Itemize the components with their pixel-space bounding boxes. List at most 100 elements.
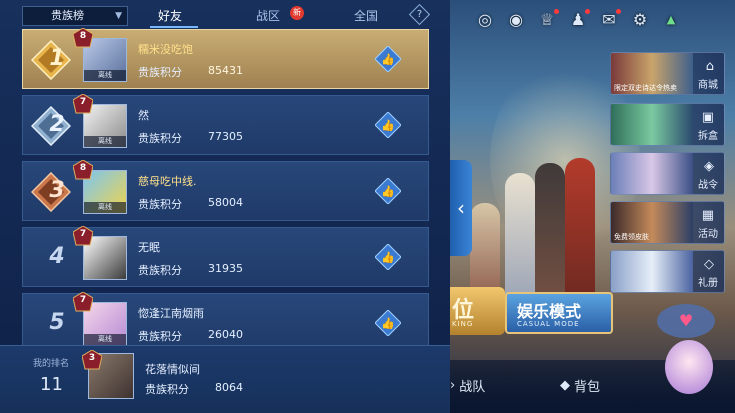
- team-icon: ›: [450, 378, 456, 393]
- leaderboard-tabs: 贵族榜 ▼ 好友 战区 新 全国 ?: [0, 0, 450, 30]
- like-button[interactable]: 👍: [375, 310, 401, 336]
- my-player-name: 花落情似间: [145, 363, 200, 376]
- status-label: 离线: [84, 202, 126, 213]
- score-label: 贵族积分: [138, 198, 182, 211]
- bag-button[interactable]: ◆ 背包: [560, 376, 600, 395]
- hero-figure: [565, 158, 595, 303]
- gear-icon[interactable]: ⚙: [630, 10, 650, 30]
- bag-icon: ◆: [560, 378, 570, 393]
- shop-icon: ⌂: [705, 59, 714, 74]
- leaderboard-row[interactable]: 3 离线 8 慈母吃中线. 贵族积分 58004 👍: [22, 159, 429, 221]
- ranked-mode-button[interactable]: 位 KING: [450, 287, 505, 335]
- events-label: 活动: [698, 229, 718, 240]
- score-label: 贵族积分: [138, 66, 182, 79]
- svg-text:👍: 👍: [381, 53, 395, 66]
- casual-mode-subtitle: CASUAL MODE: [517, 320, 580, 328]
- assistant-mascot[interactable]: ♥: [655, 300, 725, 400]
- mascot-body: [665, 340, 713, 394]
- chevron-left-icon: ‹: [457, 196, 465, 220]
- side-menu-shop[interactable]: ⌂ 限定双史诗达令热卖 商城: [610, 52, 725, 95]
- noble-level-number: 7: [79, 229, 87, 239]
- side-menu-unbox[interactable]: ▣ 拆盒: [610, 103, 725, 146]
- target-icon[interactable]: ◎: [475, 10, 495, 30]
- leaderboard-panel: 贵族榜 ▼ 好友 战区 新 全国 ? 1 离线 8 糯米没吃饱 贵族积分 854…: [0, 0, 450, 413]
- team-button[interactable]: › 战队: [450, 376, 485, 395]
- noble-level-number: 8: [79, 163, 87, 173]
- svg-text:👍: 👍: [381, 317, 395, 330]
- player-name: 然: [138, 109, 149, 122]
- battle-pass-label: 战令: [698, 180, 718, 191]
- tab-region[interactable]: 战区: [256, 7, 280, 24]
- side-menu-events[interactable]: ▦ 免费领皮肤 活动: [610, 201, 725, 244]
- player-name: 惚逢江南烟雨: [138, 307, 204, 320]
- friends-icon[interactable]: ♟: [568, 9, 590, 30]
- tab-national[interactable]: 全国: [354, 7, 378, 24]
- mail-icon[interactable]: ✉: [599, 9, 621, 30]
- player-name: 糯米没吃饱: [138, 43, 193, 56]
- svg-text:👍: 👍: [381, 119, 395, 132]
- bag-label: 背包: [574, 380, 601, 395]
- ranked-mode-subtitle: KING: [452, 320, 474, 328]
- like-button[interactable]: 👍: [375, 46, 401, 72]
- noble-level-badge: 3: [81, 349, 103, 370]
- top-hud-icons: ◎ ◉ ♕ ♟ ✉ ⚙ ▲: [475, 9, 681, 30]
- rank-number: 2: [49, 112, 65, 137]
- book-icon: ◇: [704, 257, 714, 272]
- leaderboard-row[interactable]: 2 离线 7 然 贵族积分 77305 👍: [22, 93, 429, 155]
- unbox-banner: [611, 104, 693, 145]
- tab-friends[interactable]: 好友: [158, 7, 182, 24]
- status-label: 离线: [84, 334, 126, 345]
- wifi-icon: ▲: [666, 13, 676, 26]
- svg-text:👍: 👍: [381, 185, 395, 198]
- unbox-label: 拆盒: [698, 131, 718, 142]
- shop-label: 商城: [698, 80, 718, 91]
- side-menu-gift-book[interactable]: ◇ 礼册: [610, 250, 725, 293]
- status-label: 离线: [84, 70, 126, 81]
- casual-mode-button[interactable]: 娱乐模式 CASUAL MODE: [505, 292, 613, 334]
- score-value: 26040: [208, 328, 243, 341]
- calendar-icon: ▦: [701, 208, 714, 223]
- trophy-icon[interactable]: ♕: [537, 9, 559, 30]
- noble-level-number: 7: [79, 295, 87, 305]
- noble-level-number: 8: [79, 31, 87, 41]
- events-caption: 免费领皮肤: [614, 233, 649, 241]
- help-button[interactable]: ?: [408, 3, 431, 26]
- chevron-down-icon: ▼: [115, 11, 122, 21]
- status-label: 离线: [84, 136, 126, 147]
- score-value: 58004: [208, 196, 243, 209]
- collapse-panel-button[interactable]: ‹: [450, 160, 472, 256]
- new-badge: 新: [290, 6, 304, 20]
- my-rank-label: 我的排名: [33, 359, 70, 369]
- like-button[interactable]: 👍: [375, 112, 401, 138]
- casual-mode-title: 娱乐模式: [517, 302, 582, 321]
- player-name: 慈母吃中线.: [138, 175, 197, 188]
- like-button[interactable]: 👍: [375, 244, 401, 270]
- leaderboard-row[interactable]: 5 离线 7 惚逢江南烟雨 贵族积分 26040 👍: [22, 291, 429, 353]
- shop-caption: 限定双史诗达令热卖: [614, 84, 677, 92]
- my-score-label: 贵族积分: [145, 383, 189, 396]
- noble-level-badge: 8: [72, 159, 94, 180]
- score-value: 85431: [208, 64, 243, 77]
- team-label: 战队: [459, 380, 486, 395]
- like-button[interactable]: 👍: [375, 178, 401, 204]
- leaderboard-row[interactable]: 1 离线 8 糯米没吃饱 贵族积分 85431 👍: [22, 27, 429, 89]
- side-menu-battle-pass[interactable]: ◈ 战令: [610, 152, 725, 195]
- my-rank-number: 11: [40, 374, 63, 395]
- rank-number: 5: [49, 310, 65, 335]
- rank-number: 3: [49, 178, 65, 203]
- board-select-label: 贵族榜: [51, 9, 84, 22]
- hero-figure: [505, 173, 535, 303]
- score-value: 31935: [208, 262, 243, 275]
- gift-box-icon: ▣: [701, 110, 714, 125]
- board-select-dropdown[interactable]: 贵族榜 ▼: [22, 6, 128, 26]
- score-value: 77305: [208, 130, 243, 143]
- noble-level-badge: 8: [72, 27, 94, 48]
- noble-level-badge: 7: [72, 93, 94, 114]
- leaderboard-row[interactable]: 4 7 无眠 贵族积分 31935 👍: [22, 225, 429, 287]
- help-icon: ?: [416, 9, 423, 20]
- score-label: 贵族积分: [138, 264, 182, 277]
- noble-level-number: 3: [88, 353, 96, 363]
- my-score-value: 8064: [215, 381, 243, 394]
- eye-icon[interactable]: ◉: [506, 10, 526, 30]
- battle-pass-icon: ◈: [704, 159, 714, 174]
